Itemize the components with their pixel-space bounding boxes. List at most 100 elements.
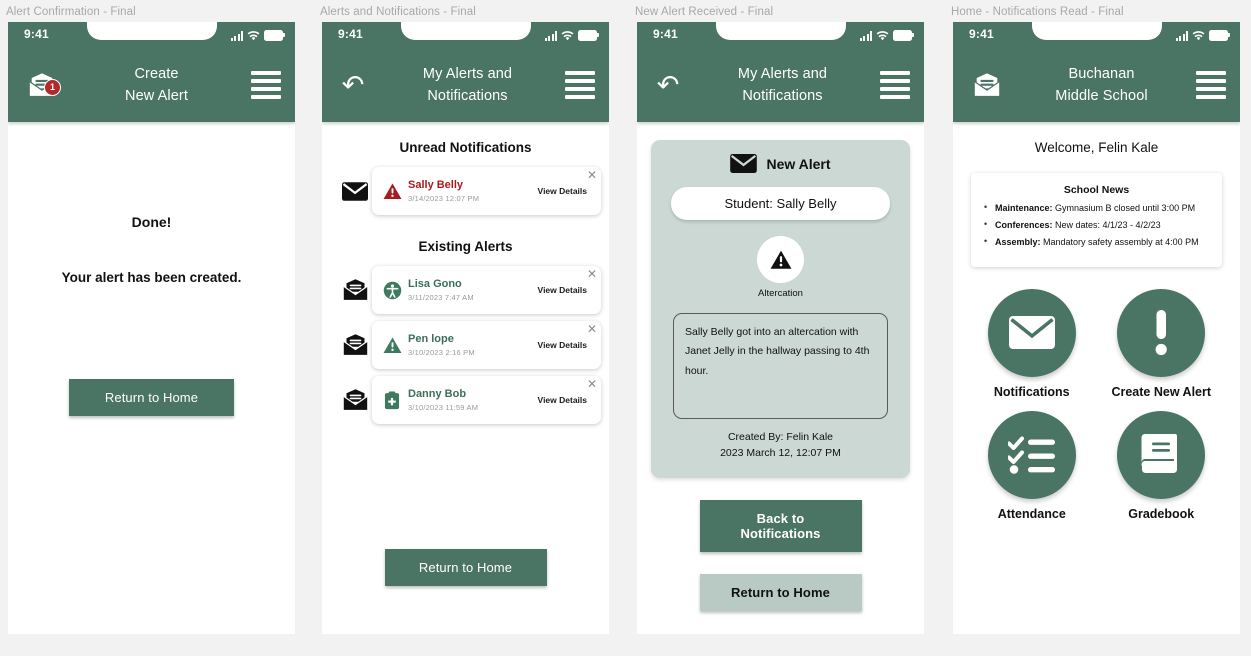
screen-alert-confirmation: Alert Confirmation - Final 9:41 1 Create… — [0, 0, 295, 643]
school-news-card: School News Maintenance: Gymnasium B clo… — [971, 173, 1222, 267]
screen-caption: Alerts and Notifications - Final — [320, 6, 476, 18]
alert-row[interactable]: ✕ Danny Bob 3/10/2023 11:59 AM View Deta… — [322, 376, 609, 424]
alert-mail-icon-wrap[interactable]: 1 — [22, 72, 62, 99]
closed-envelope-icon — [730, 154, 758, 173]
tile-notifications[interactable]: Notifications — [967, 288, 1097, 399]
screen-caption: New Alert Received - Final — [635, 6, 774, 18]
app-header: 9:41 — [953, 22, 1240, 122]
confirmation-title: Done! — [131, 214, 172, 230]
signal-icon — [544, 31, 557, 41]
alert-row[interactable]: ✕ Pen lope 3/10/2023 2:16 PM View Detail… — [322, 321, 609, 369]
status-bar: 9:41 — [322, 22, 609, 48]
home-tile-grid: Notifications Create New Alert Attendanc… — [953, 288, 1240, 521]
tile-create-new-alert[interactable]: Create New Alert — [1097, 288, 1227, 399]
menu-icon[interactable] — [1196, 71, 1226, 99]
alert-row[interactable]: ✕ Lisa Gono 3/11/2023 7:47 AM View Detai… — [322, 266, 609, 314]
dismiss-icon[interactable]: ✕ — [587, 378, 597, 390]
notch — [1031, 22, 1162, 40]
tile-attendance[interactable]: Attendance — [967, 410, 1097, 521]
dismiss-icon[interactable]: ✕ — [587, 268, 597, 280]
news-item-text: Gymnasium B closed until 3:00 PM — [1052, 203, 1196, 213]
wifi-icon — [876, 31, 889, 41]
medical-clipboard-icon — [381, 390, 403, 410]
news-item-text: Mandatory safety assembly at 4:00 PM — [1040, 236, 1199, 247]
status-icons — [544, 28, 599, 41]
notification-card[interactable]: ✕ Sally Belly 3/14/2023 12:07 PM View De… — [372, 167, 601, 215]
menu-icon[interactable] — [251, 71, 281, 99]
wifi-icon — [247, 31, 260, 41]
view-details-link[interactable]: View Details — [538, 395, 591, 405]
open-envelope-icon — [974, 72, 1000, 96]
tile-gradebook[interactable]: Gradebook — [1097, 410, 1227, 521]
status-icons — [230, 28, 285, 41]
news-item: Maintenance: Gymnasium B closed until 3:… — [984, 203, 1212, 214]
alert-card[interactable]: ✕ Danny Bob 3/10/2023 11:59 AM View Deta… — [372, 376, 601, 424]
alert-card[interactable]: ✕ Lisa Gono 3/11/2023 7:47 AM View Detai… — [372, 266, 601, 314]
page-title: Buchanan Middle School — [1007, 63, 1196, 108]
alert-card[interactable]: ✕ Pen lope 3/10/2023 2:16 PM View Detail… — [372, 321, 601, 369]
unread-section-heading: Unread Notifications — [399, 140, 532, 155]
view-details-link[interactable]: View Details — [538, 340, 591, 350]
open-envelope-icon — [338, 333, 372, 357]
screen-caption: Home - Notifications Read - Final — [951, 6, 1124, 18]
signal-icon — [230, 31, 243, 41]
header-row: ↶ My Alerts and Notifications — [637, 48, 924, 122]
tile-circle — [1117, 410, 1206, 499]
student-field: Student: Sally Belly — [671, 187, 890, 220]
menu-icon[interactable] — [565, 71, 595, 99]
exclamation-icon — [1155, 309, 1168, 355]
screen-alerts-notifications: Alerts and Notifications - Final 9:41 ↶ … — [314, 0, 609, 643]
status-icons — [859, 28, 914, 41]
news-item-text: New dates: 4/1/23 - 4/2/23 — [1052, 219, 1161, 230]
page-title-line1: My Alerts and — [737, 65, 828, 82]
school-news-title: School News — [1063, 184, 1130, 196]
school-news-list: Maintenance: Gymnasium B closed until 3:… — [979, 203, 1214, 248]
page-title-line2: Middle School — [1055, 88, 1148, 104]
screen-home: Home - Notifications Read - Final 9:41 B… — [945, 0, 1240, 643]
created-at: 2023 March 12, 12:07 PM — [720, 446, 841, 459]
battery-icon — [1209, 30, 1230, 41]
battery-icon — [893, 30, 914, 41]
tile-circle — [987, 288, 1076, 377]
student-name: Pen lope — [408, 333, 454, 346]
student-name: Danny Bob — [408, 388, 467, 401]
alert-meta: Created By: Felin Kale 2023 March 12, 12… — [665, 430, 896, 462]
status-time: 9:41 — [338, 27, 363, 41]
notification-timestamp: 3/14/2023 12:07 PM — [408, 193, 480, 203]
wifi-icon — [561, 31, 574, 41]
news-item-label: Assembly: — [995, 236, 1041, 247]
phone-frame: 9:41 — [953, 22, 1240, 634]
return-to-home-button[interactable]: Return to Home — [384, 549, 547, 586]
tile-label: Attendance — [997, 506, 1066, 521]
alert-timestamp: 3/10/2023 2:16 PM — [408, 347, 475, 357]
screen-body: Done! Your alert has been created. Retur… — [8, 214, 295, 634]
back-icon[interactable]: ↶ — [651, 71, 685, 99]
dismiss-icon[interactable]: ✕ — [587, 323, 597, 335]
page-title: Create New Alert — [62, 63, 251, 108]
alert-timestamp: 3/11/2023 7:47 AM — [408, 292, 474, 302]
phone-frame: 9:41 ↶ My Alerts and Notifications — [322, 22, 609, 634]
header-row: 1 Create New Alert — [8, 48, 295, 122]
back-icon[interactable]: ↶ — [336, 71, 370, 99]
dismiss-icon[interactable]: ✕ — [587, 169, 597, 181]
checklist-icon — [1007, 436, 1055, 474]
closed-envelope-icon — [338, 181, 372, 201]
mail-icon-wrap[interactable] — [967, 72, 1007, 99]
return-to-home-button[interactable]: Return to Home — [69, 379, 234, 416]
page-title-line2: New Alert — [125, 88, 188, 104]
view-details-link[interactable]: View Details — [538, 285, 591, 295]
created-by: Created By: Felin Kale — [727, 431, 834, 443]
battery-icon — [578, 30, 599, 41]
menu-icon[interactable] — [880, 71, 910, 99]
screen-caption: Alert Confirmation - Final — [6, 6, 136, 18]
return-to-home-button[interactable]: Return to Home — [699, 573, 862, 611]
news-item-label: Conferences: — [995, 219, 1053, 230]
warning-triangle-icon — [381, 182, 403, 200]
screen-body: Welcome, Felin Kale School News Maintena… — [953, 140, 1240, 634]
notification-row[interactable]: ✕ Sally Belly 3/14/2023 12:07 PM View De… — [322, 167, 609, 215]
view-details-link[interactable]: View Details — [538, 186, 591, 196]
warning-triangle-icon — [381, 336, 403, 354]
new-alert-card-header: New Alert — [665, 154, 896, 173]
back-to-notifications-button[interactable]: Back to Notifications — [699, 499, 862, 552]
warning-triangle-icon — [770, 250, 791, 269]
